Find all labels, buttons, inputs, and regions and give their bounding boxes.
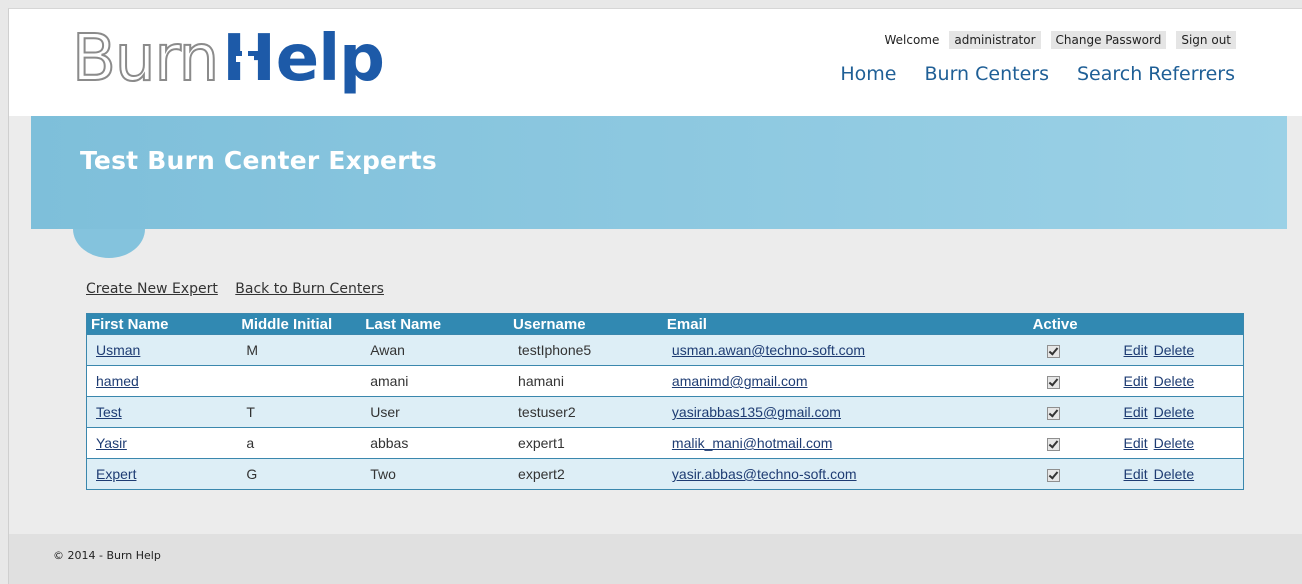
edit-link[interactable]: Edit [1124, 404, 1148, 420]
email-link[interactable]: yasirabbas135@gmail.com [672, 404, 841, 420]
logo-elp-text: elp [275, 22, 385, 96]
cell-actions: Edit Delete [1114, 458, 1244, 490]
cell-first-name: Test [86, 396, 238, 428]
cell-middle-initial: G [237, 458, 362, 490]
email-link[interactable]: amanimd@gmail.com [672, 373, 808, 389]
page-title: Test Burn Center Experts [80, 146, 437, 175]
email-link[interactable]: usman.awan@techno-soft.com [672, 342, 865, 358]
experts-table: First Name Middle Initial Last Name User… [86, 313, 1244, 490]
header-first-name[interactable]: First Name [86, 313, 238, 335]
nav-search-referrers[interactable]: Search Referrers [1077, 63, 1235, 85]
active-checkbox[interactable] [1046, 468, 1060, 482]
table-row: hamed amani hamani amanimd@gmail.com Edi… [86, 365, 1244, 397]
cell-email: yasir.abbas@techno-soft.com [662, 458, 1029, 490]
page-actions: Create New Expert Back to Burn Centers [86, 281, 397, 297]
header-last-name[interactable]: Last Name [361, 313, 510, 335]
logo-h-letter: H [222, 22, 276, 96]
header-active[interactable]: Active [1028, 313, 1115, 335]
expert-name-link[interactable]: Test [96, 404, 122, 420]
table-header-row: First Name Middle Initial Last Name User… [86, 313, 1244, 335]
header-email[interactable]: Email [662, 313, 1029, 335]
cell-username: hamani [509, 365, 663, 397]
cell-actions: Edit Delete [1114, 334, 1244, 366]
edit-link[interactable]: Edit [1124, 466, 1148, 482]
username-link[interactable]: administrator [949, 31, 1041, 49]
welcome-label: Welcome [884, 33, 940, 47]
active-checkbox[interactable] [1046, 375, 1060, 389]
edit-link[interactable]: Edit [1124, 435, 1148, 451]
cell-last-name: amani [361, 365, 510, 397]
delete-link[interactable]: Delete [1154, 342, 1194, 358]
cell-actions: Edit Delete [1114, 396, 1244, 428]
site-footer: © 2014 - Burn Help [9, 534, 1302, 584]
cell-last-name: User [361, 396, 510, 428]
change-password-link[interactable]: Change Password [1050, 31, 1167, 49]
cell-middle-initial: M [237, 334, 362, 366]
cell-actions: Edit Delete [1114, 427, 1244, 459]
medical-cross-icon [236, 50, 255, 68]
cell-email: amanimd@gmail.com [662, 365, 1029, 397]
active-checkbox[interactable] [1046, 437, 1060, 451]
main-nav: Home Burn Centers Search Referrers [812, 63, 1235, 85]
user-bar: Welcome administrator Change Password Si… [884, 31, 1236, 49]
header-actions [1114, 313, 1244, 335]
active-checkbox[interactable] [1046, 406, 1060, 420]
cell-middle-initial: a [237, 427, 362, 459]
expert-name-link[interactable]: hamed [96, 373, 139, 389]
email-link[interactable]: yasir.abbas@techno-soft.com [672, 466, 857, 482]
cell-email: usman.awan@techno-soft.com [662, 334, 1029, 366]
cell-last-name: abbas [361, 427, 510, 459]
delete-link[interactable]: Delete [1154, 373, 1194, 389]
nav-burn-centers[interactable]: Burn Centers [925, 63, 1049, 85]
table-row: Expert G Two expert2 yasir.abbas@techno-… [86, 458, 1244, 490]
delete-link[interactable]: Delete [1154, 435, 1194, 451]
header-middle-initial[interactable]: Middle Initial [237, 313, 362, 335]
edit-link[interactable]: Edit [1124, 373, 1148, 389]
back-to-burn-centers-link[interactable]: Back to Burn Centers [235, 281, 384, 297]
email-link[interactable]: malik_mani@hotmail.com [672, 435, 832, 451]
cell-active [1028, 427, 1115, 459]
cell-active [1028, 365, 1115, 397]
sign-out-link[interactable]: Sign out [1176, 31, 1236, 49]
page: Burn H elp Welcome administrator Change … [0, 0, 1302, 584]
cell-username: testuser2 [509, 396, 663, 428]
cell-email: malik_mani@hotmail.com [662, 427, 1029, 459]
create-new-expert-link[interactable]: Create New Expert [86, 281, 218, 297]
delete-link[interactable]: Delete [1154, 466, 1194, 482]
expert-name-link[interactable]: Usman [96, 342, 140, 358]
cell-username: expert2 [509, 458, 663, 490]
nav-home[interactable]: Home [840, 63, 896, 85]
title-banner: Test Burn Center Experts [31, 116, 1287, 229]
cell-middle-initial: T [237, 396, 362, 428]
cell-username: testIphone5 [509, 334, 663, 366]
expert-name-link[interactable]: Expert [96, 466, 136, 482]
cell-email: yasirabbas135@gmail.com [662, 396, 1029, 428]
cell-first-name: Usman [86, 334, 238, 366]
expert-name-link[interactable]: Yasir [96, 435, 127, 451]
cell-last-name: Awan [361, 334, 510, 366]
cell-first-name: hamed [86, 365, 238, 397]
cell-active [1028, 396, 1115, 428]
table-row: Yasir a abbas expert1 malik_mani@hotmail… [86, 427, 1244, 459]
header-username[interactable]: Username [509, 313, 663, 335]
cell-username: expert1 [509, 427, 663, 459]
burnhelp-logo[interactable]: Burn H elp [71, 22, 385, 110]
cell-active [1028, 458, 1115, 490]
cell-active [1028, 334, 1115, 366]
table-row: Usman M Awan testIphone5 usman.awan@tech… [86, 334, 1244, 366]
cell-middle-initial [237, 365, 362, 397]
logo-burn-text: Burn [71, 22, 220, 96]
cell-last-name: Two [361, 458, 510, 490]
cell-first-name: Yasir [86, 427, 238, 459]
copyright-text: © 2014 - Burn Help [53, 549, 161, 562]
active-checkbox[interactable] [1046, 344, 1060, 358]
edit-link[interactable]: Edit [1124, 342, 1148, 358]
table-row: Test T User testuser2 yasirabbas135@gmai… [86, 396, 1244, 428]
delete-link[interactable]: Delete [1154, 404, 1194, 420]
cell-actions: Edit Delete [1114, 365, 1244, 397]
cell-first-name: Expert [86, 458, 238, 490]
